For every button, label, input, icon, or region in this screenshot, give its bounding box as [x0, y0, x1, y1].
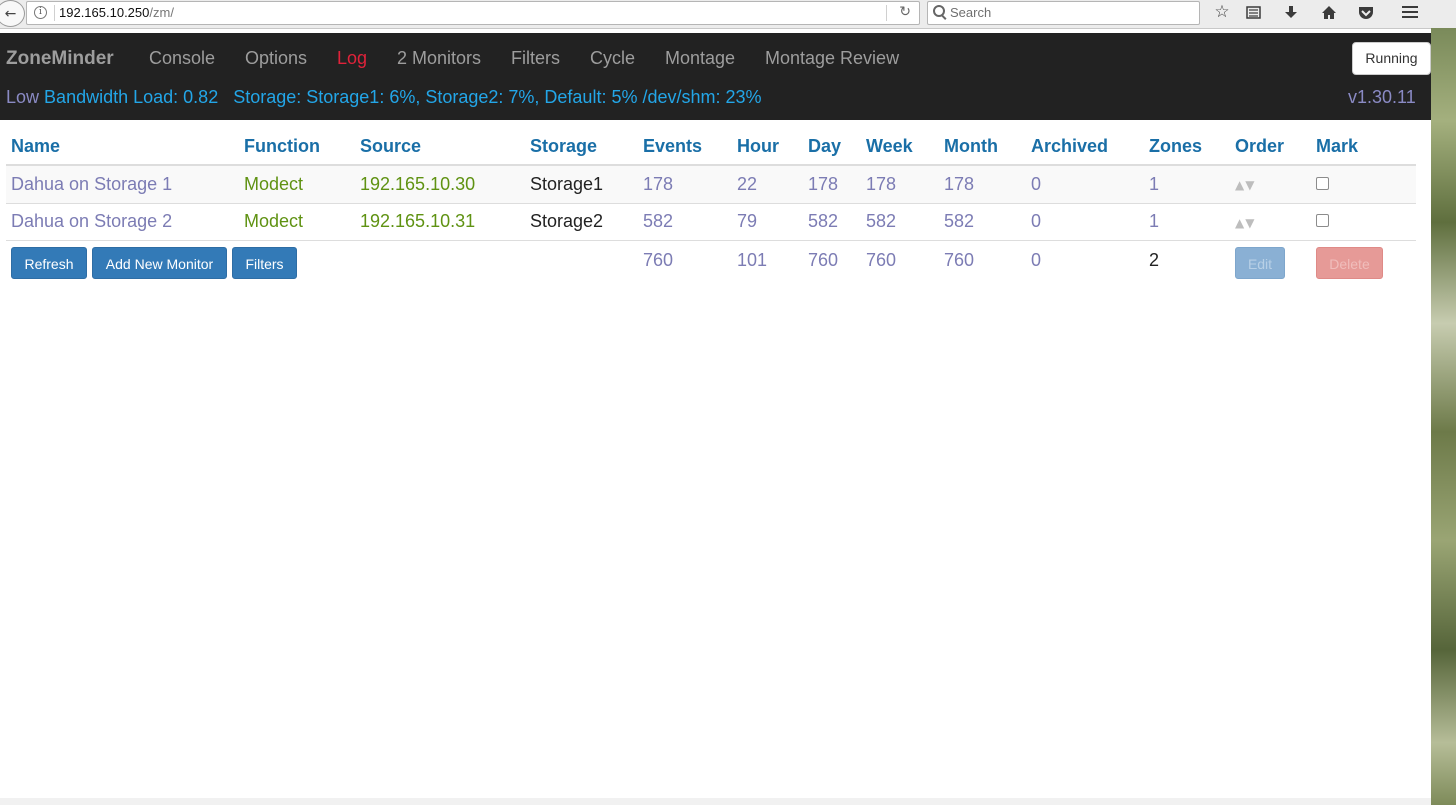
status-line: Low Bandwidth Load: 0.82 Storage: Storag… — [6, 87, 762, 108]
hour-count[interactable]: 22 — [737, 174, 757, 195]
nav-cycle[interactable]: Cycle — [590, 48, 635, 69]
load-text: Load: 0.82 — [133, 87, 219, 107]
reload-divider — [886, 5, 887, 21]
url-text[interactable]: 192.165.10.250/zm/ — [59, 5, 174, 20]
back-arrow-icon[interactable]: ← — [0, 0, 25, 27]
address-bar[interactable]: i 192.165.10.250/zm/ ↻ — [26, 1, 920, 25]
pocket-icon[interactable] — [1354, 1, 1378, 23]
mark-checkbox[interactable] — [1316, 177, 1329, 190]
header-order[interactable]: Order — [1235, 136, 1284, 157]
nav-montage[interactable]: Montage — [665, 48, 735, 69]
hamburger-menu-icon[interactable] — [1398, 1, 1422, 23]
refresh-button[interactable]: Refresh — [11, 247, 87, 279]
events-count[interactable]: 178 — [643, 174, 673, 195]
delete-button[interactable]: Delete — [1316, 247, 1383, 279]
zones-count[interactable]: 1 — [1149, 211, 1159, 232]
nav-montage-review[interactable]: Montage Review — [765, 48, 899, 69]
bandwidth-link[interactable]: Bandwidth — [44, 87, 128, 107]
window-bottom-edge — [0, 798, 1431, 805]
filters-button[interactable]: Filters — [232, 247, 297, 279]
monitor-storage: Storage2 — [530, 211, 604, 231]
info-icon[interactable]: i — [34, 6, 47, 19]
header-hour[interactable]: Hour — [737, 136, 779, 157]
monitor-storage: Storage1 — [530, 174, 604, 194]
header-name[interactable]: Name — [11, 136, 60, 157]
bookmark-star-icon[interactable]: ☆ — [1210, 1, 1234, 23]
desktop-background-strip — [1431, 28, 1456, 805]
run-state-button[interactable]: Running — [1352, 42, 1431, 75]
add-new-monitor-button[interactable]: Add New Monitor — [92, 247, 227, 279]
header-source[interactable]: Source — [360, 136, 421, 157]
version-label[interactable]: v1.30.11 — [1348, 87, 1416, 108]
header-function[interactable]: Function — [244, 136, 320, 157]
header-zones[interactable]: Zones — [1149, 136, 1202, 157]
header-day[interactable]: Day — [808, 136, 841, 157]
table-row-bg — [6, 166, 1416, 203]
download-icon[interactable] — [1279, 1, 1303, 23]
events-count[interactable]: 582 — [643, 211, 673, 232]
nav-filters[interactable]: Filters — [511, 48, 560, 69]
header-week[interactable]: Week — [866, 136, 913, 157]
url-path: /zm/ — [149, 5, 174, 20]
search-placeholder: Search — [950, 5, 992, 20]
nav-console[interactable]: Console — [149, 48, 215, 69]
archived-count[interactable]: 0 — [1031, 211, 1041, 232]
home-icon[interactable] — [1317, 1, 1341, 23]
storage-status: Storage: Storage1: 6%, Storage2: 7%, Def… — [233, 87, 762, 107]
row-divider — [6, 203, 1416, 204]
total-hour: 101 — [737, 250, 768, 270]
day-count[interactable]: 178 — [808, 174, 838, 195]
day-count[interactable]: 582 — [808, 211, 838, 232]
header-archived[interactable]: Archived — [1031, 136, 1108, 157]
nav-options[interactable]: Options — [245, 48, 307, 69]
monitor-source-link[interactable]: 192.165.10.31 — [360, 211, 475, 232]
url-host: 192.165.10.250 — [59, 5, 150, 20]
hour-count[interactable]: 79 — [737, 211, 757, 232]
zones-count[interactable]: 1 — [1149, 174, 1159, 195]
edit-button[interactable]: Edit — [1235, 247, 1285, 279]
total-zones: 2 — [1149, 250, 1160, 270]
month-count[interactable]: 178 — [944, 174, 974, 195]
header-month[interactable]: Month — [944, 136, 998, 157]
monitor-function-link[interactable]: Modect — [244, 211, 303, 232]
monitor-function-link[interactable]: Modect — [244, 174, 303, 195]
total-month: 760 — [944, 250, 975, 270]
monitor-source-link[interactable]: 192.165.10.30 — [360, 174, 475, 195]
total-events: 760 — [643, 250, 674, 270]
total-week: 760 — [866, 250, 897, 270]
week-count[interactable]: 178 — [866, 174, 896, 195]
month-count[interactable]: 582 — [944, 211, 974, 232]
browser-search-input[interactable]: Search — [927, 1, 1200, 25]
zm-navbar: ZoneMinder Console Options Log 2 Monitor… — [0, 33, 1431, 120]
total-archived: 0 — [1031, 250, 1042, 270]
header-storage[interactable]: Storage — [530, 136, 597, 157]
mark-checkbox[interactable] — [1316, 214, 1329, 227]
monitor-name-link[interactable]: Dahua on Storage 2 — [11, 211, 172, 232]
reload-icon[interactable]: ↻ — [899, 4, 911, 20]
archived-count[interactable]: 0 — [1031, 174, 1041, 195]
nav-monitors[interactable]: 2 Monitors — [397, 48, 481, 69]
monitor-name-link[interactable]: Dahua on Storage 1 — [11, 174, 172, 195]
browser-toolbar: ← i 192.165.10.250/zm/ ↻ Search ☆ — [0, 0, 1456, 29]
header-events[interactable]: Events — [643, 136, 702, 157]
search-icon — [933, 5, 945, 17]
url-divider — [54, 5, 55, 21]
order-arrows-icon[interactable]: ▲▼ — [1235, 216, 1255, 230]
reading-list-icon[interactable] — [1241, 1, 1265, 23]
brand-logo[interactable]: ZoneMinder — [6, 48, 114, 70]
bandwidth-level[interactable]: Low — [6, 87, 39, 107]
order-arrows-icon[interactable]: ▲▼ — [1235, 178, 1255, 192]
nav-log[interactable]: Log — [337, 48, 367, 69]
header-mark[interactable]: Mark — [1316, 136, 1358, 157]
row-divider — [6, 240, 1416, 241]
week-count[interactable]: 582 — [866, 211, 896, 232]
total-day: 760 — [808, 250, 839, 270]
